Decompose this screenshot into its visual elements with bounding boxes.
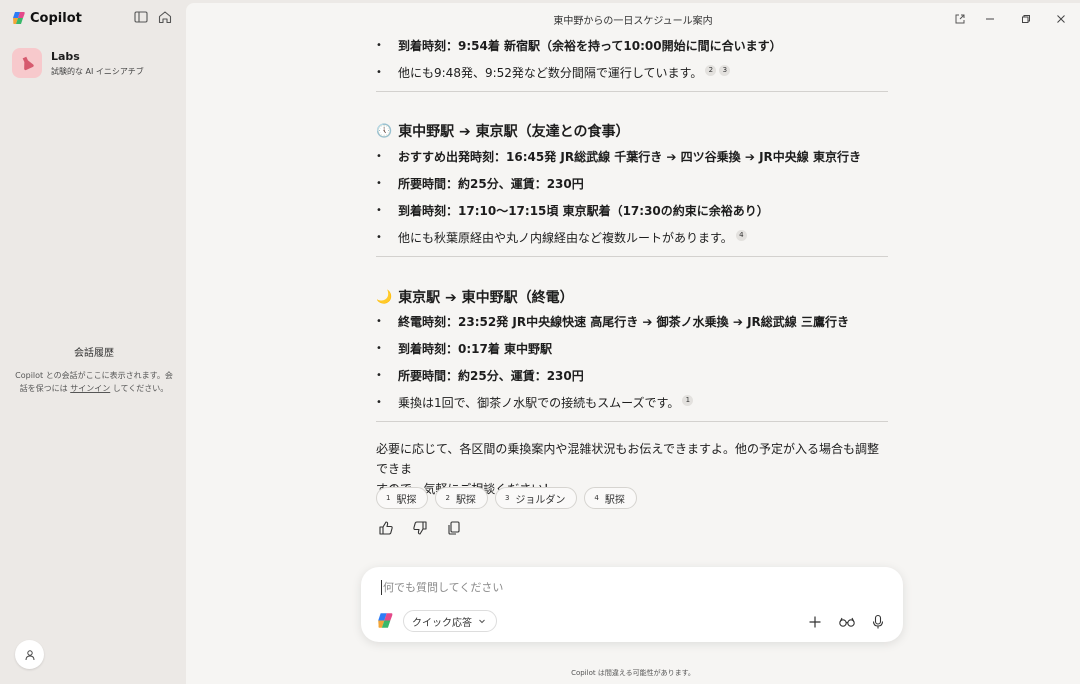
sign-in-link[interactable]: サインイン — [70, 384, 110, 393]
app-logo: Copilot — [12, 9, 82, 27]
response-mode-label: クイック応答 — [412, 617, 472, 629]
message-input[interactable]: 何でも質問してください — [381, 580, 503, 595]
citation-badge[interactable]: 3 — [719, 65, 731, 76]
history-desc-part2: 話を保つには — [19, 384, 68, 393]
source-number: 4 — [594, 494, 599, 502]
citation-badge[interactable]: 4 — [735, 230, 747, 241]
source-chip[interactable]: 1 駅探 — [376, 487, 429, 509]
source-chip[interactable]: 3 ジョルダン — [494, 487, 578, 509]
section-heading-text: 東中野駅 ➔ 東京駅（友達との食事） — [398, 124, 630, 140]
source-label: 駅探 — [455, 494, 476, 506]
title-bar: 東中野からの一日スケジュール案内 — [186, 3, 1080, 33]
labs-flask-icon — [12, 48, 42, 78]
divider — [376, 256, 888, 257]
list-item: • 到着時刻：17:10〜17:15頃 東京駅着（17:30の約束に余裕あり） — [376, 204, 769, 218]
list-item-text: 到着時刻：9:54着 新宿駅（余裕を持って10:00開始に間に合います） — [398, 39, 782, 53]
sidebar-toggle-icon[interactable] — [133, 9, 151, 27]
moon-icon: 🌙 — [376, 289, 393, 305]
source-chip[interactable]: 2 駅探 — [435, 487, 488, 509]
list-item-text: 所要時間：約25分、運賃：230円 — [398, 369, 584, 383]
copy-icon[interactable] — [444, 518, 464, 538]
list-item-text: 終電時刻：23:52発 JR中央線快速 高尾行き ➔ 御茶ノ水乗換 ➔ JR総武… — [398, 315, 849, 329]
disclaimer-footer: Copilot は間違える可能性があります。 — [571, 669, 695, 677]
list-item: • 到着時刻：9:54着 新宿駅（余裕を持って10:00開始に間に合います） — [376, 39, 782, 53]
clock-icon: 🕔 — [376, 123, 393, 139]
citation-badge[interactable]: 1 — [682, 395, 694, 406]
history-description: Copilot との会話がここに表示されます。会 話を保つには サインイン して… — [14, 369, 174, 395]
restore-icon[interactable] — [1018, 11, 1034, 27]
divider — [376, 421, 888, 422]
list-item: • 他にも秋葉原経由や丸ノ内線経由など複数ルートがあります。 4 — [376, 230, 747, 246]
profile-button[interactable] — [15, 640, 44, 669]
list-item: • 所要時間：約25分、運賃：230円 — [376, 369, 584, 383]
response-mode-dropdown[interactable]: クイック応答 — [403, 610, 497, 632]
thumbs-down-icon[interactable] — [410, 518, 430, 538]
section-heading: 🌙 東京駅 ➔ 東中野駅（終電） — [376, 287, 574, 307]
list-item-text: 到着時刻：17:10〜17:15頃 東京駅着（17:30の約束に余裕あり） — [398, 204, 769, 218]
add-icon[interactable] — [805, 612, 825, 632]
home-icon[interactable] — [157, 9, 175, 27]
window-title: 東中野からの一日スケジュール案内 — [553, 16, 713, 27]
history-desc-part1: Copilot との会話がここに表示されます。会 — [15, 371, 173, 380]
list-item-text: 到着時刻：0:17着 東中野駅 — [398, 342, 553, 356]
open-in-new-window-icon[interactable] — [952, 11, 968, 27]
list-item-text: 他にも秋葉原経由や丸ノ内線経由など複数ルートがあります。 — [398, 231, 733, 245]
list-item-text: おすすめ出発時刻：16:45発 JR総武線 千葉行き ➔ 四ツ谷乗換 ➔ JR中… — [398, 150, 861, 164]
source-label: 駅探 — [604, 494, 625, 506]
conversation-history: 会話履歴 Copilot との会話がここに表示されます。会 話を保つには サイン… — [14, 344, 174, 395]
source-label: ジョルダン — [515, 494, 566, 506]
history-title: 会話履歴 — [74, 348, 114, 359]
source-number: 2 — [445, 494, 450, 502]
section-heading-text: 東京駅 ➔ 東中野駅（終電） — [398, 290, 574, 306]
list-item: • 乗換は1回で、御茶ノ水駅での接続もスムーズです。 1 — [376, 395, 694, 411]
source-chips: 1 駅探 2 駅探 3 ジョルダン 4 駅探 — [376, 487, 637, 509]
list-item: • 他にも9:48発、9:52発など数分間隔で運行しています。 23 — [376, 65, 731, 81]
chat-composer[interactable]: 何でも質問してください クイック応答 — [361, 567, 903, 642]
citation-badge[interactable]: 2 — [705, 65, 717, 76]
list-item-text: 所要時間：約25分、運賃：230円 — [398, 177, 584, 191]
copilot-logo-icon — [13, 12, 25, 24]
minimize-icon[interactable] — [982, 11, 998, 27]
list-item: • 到着時刻：0:17着 東中野駅 — [376, 342, 553, 356]
source-label: 駅探 — [396, 494, 417, 506]
section-heading: 🕔 東中野駅 ➔ 東京駅（友達との食事） — [376, 121, 630, 141]
source-number: 1 — [386, 494, 391, 502]
chevron-down-icon — [479, 619, 485, 624]
user-icon — [25, 649, 34, 660]
labs-subtitle: 試験的な AI イニシアチブ — [51, 66, 144, 76]
sidebar: Copilot Labs 試験的な AI イニシアチブ 会話履歴 Copilot… — [0, 0, 186, 684]
chat-panel: 東中野からの一日スケジュール案内 • 到着時刻：9:54着 新宿駅（余裕を持って1… — [186, 3, 1080, 684]
source-number: 3 — [504, 494, 510, 502]
list-item: • 所要時間：約25分、運賃：230円 — [376, 177, 584, 191]
list-item: • おすすめ出発時刻：16:45発 JR総武線 千葉行き ➔ 四ツ谷乗換 ➔ JR… — [376, 150, 861, 164]
vision-glasses-icon[interactable] — [837, 612, 857, 632]
close-icon[interactable] — [1053, 11, 1069, 27]
list-item-text: 乗換は1回で、御茶ノ水駅での接続もスムーズです。 — [398, 396, 680, 410]
source-chip[interactable]: 4 駅探 — [584, 487, 637, 509]
list-item-text: 他にも9:48発、9:52発など数分間隔で運行しています。 — [398, 66, 703, 80]
message-actions — [376, 518, 464, 538]
divider — [376, 91, 888, 92]
thumbs-up-icon[interactable] — [376, 518, 396, 538]
app-name: Copilot — [30, 10, 82, 26]
list-item: • 終電時刻：23:52発 JR中央線快速 高尾行き ➔ 御茶ノ水乗換 ➔ JR総… — [376, 315, 849, 329]
microphone-icon[interactable] — [868, 612, 888, 632]
labs-entry[interactable]: Labs 試験的な AI イニシアチブ — [12, 48, 144, 78]
closing-line-1: 必要に応じて、各区間の乗換案内や混雑状況もお伝えできますよ。他の予定が入る場合も… — [376, 442, 880, 476]
history-desc-part3: してください。 — [112, 384, 169, 393]
copilot-logo-icon — [377, 612, 394, 633]
labs-title: Labs — [51, 49, 80, 63]
